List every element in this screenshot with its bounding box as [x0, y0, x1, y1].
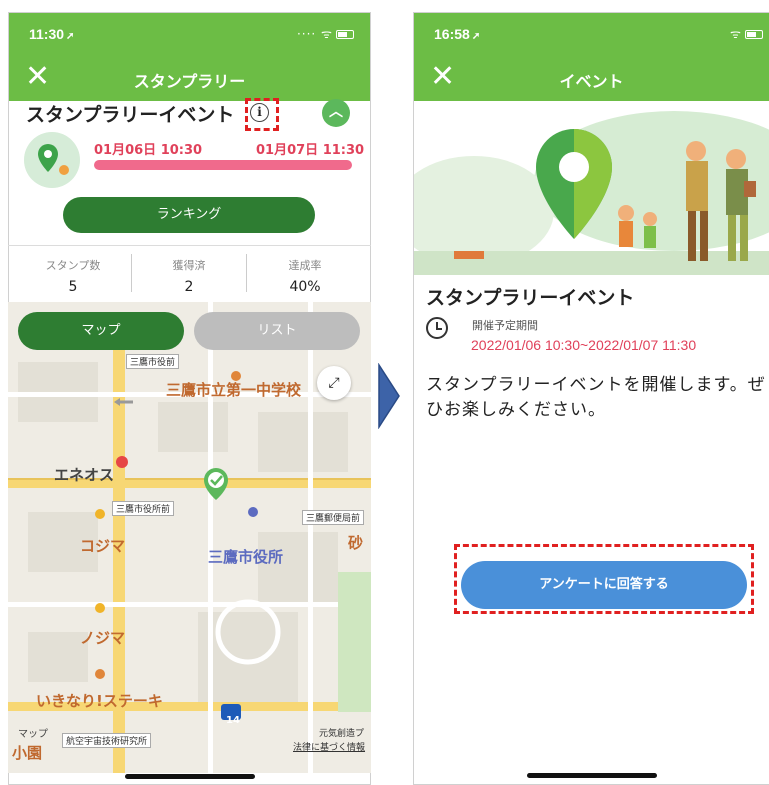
survey-button[interactable]: アンケートに回答する: [461, 561, 747, 609]
left-content: スタンプラリーイベント i ︿ 01月06日 10:30 01月07日 11:3…: [8, 0, 371, 785]
collapse-button[interactable]: ︿: [322, 99, 350, 127]
tab-list[interactable]: リスト: [194, 312, 360, 350]
end-date: 01月07日 11:30: [256, 143, 365, 158]
home-indicator: [124, 774, 255, 779]
next-arrow-icon: [378, 363, 400, 429]
map-label-small: 航空宇宙技術研究所: [62, 733, 152, 748]
stat-value: 40%: [289, 279, 321, 295]
map-label-eneos: エネオス: [54, 466, 115, 484]
legal-info-link[interactable]: 法律に基づく情報: [290, 740, 368, 753]
divider: [8, 245, 371, 246]
ranking-button[interactable]: ランキング: [63, 197, 315, 233]
map-label-kojima: コジマ: [80, 537, 126, 555]
start-date: 01月06日 10:30: [94, 143, 203, 158]
period-label: 開催予定期間: [472, 319, 538, 332]
event-thumbnail: [24, 132, 80, 188]
map-label-nojima: ノジマ: [80, 629, 126, 647]
map-label-school: 三鷹市立第一中学校: [166, 381, 302, 399]
event-detail-screen: 16:58 ➚ ᯤ ✕ イベント スタンプラリーイベント 開催予定期間 2022…: [413, 12, 769, 785]
map-label-small: 三鷹市役所前: [112, 501, 175, 516]
stat-label: 獲得済: [172, 259, 206, 272]
event-hero-illustration: [414, 101, 769, 275]
route-number: 14: [226, 715, 240, 726]
signal-wifi-battery-icon: ᯤ: [730, 25, 763, 42]
stat-achievement-rate: 達成率 40%: [250, 257, 360, 295]
map-label-small: 三鷹郵便局前: [302, 510, 365, 525]
separator: [131, 254, 132, 292]
apple-maps-logo: マップ: [18, 729, 48, 740]
info-highlight-box: [245, 98, 279, 131]
event-progress-bar: [94, 160, 352, 170]
map-label-steak: いきなり!ステーキ: [36, 692, 163, 710]
map-label-small: 元気創造プ: [319, 729, 365, 739]
home-indicator: [526, 773, 657, 778]
status-time: 16:58 ➚: [434, 26, 481, 42]
separator: [246, 254, 247, 292]
status-bar: 16:58 ➚ ᯤ: [414, 13, 769, 55]
stat-label: スタンプ数: [45, 259, 101, 272]
map-label-small: 三鷹市役前: [126, 354, 180, 369]
stat-label: 達成率: [288, 259, 322, 272]
period-value: 2022/01/06 10:30~2022/01/07 11:30: [471, 337, 697, 353]
event-title: スタンプラリーイベント: [26, 104, 235, 126]
event-title: スタンプラリーイベント: [426, 287, 635, 309]
stat-value: 5: [68, 279, 78, 295]
event-description: スタンプラリーイベントを開催します。ぜひお楽しみください。: [426, 375, 766, 420]
map-label-cityhall: 三鷹市役所: [208, 548, 284, 566]
stat-value: 2: [184, 279, 194, 295]
stat-stamp-count: スタンプ数 5: [18, 257, 128, 295]
nav-title: イベント: [559, 72, 624, 91]
map-label-sago: 砂: [348, 534, 364, 552]
nav-bar: ✕ イベント: [414, 55, 769, 101]
tab-map[interactable]: マップ: [18, 312, 184, 350]
map-label-shopo: 小園: [12, 744, 43, 762]
expand-map-icon[interactable]: ⤢: [317, 366, 351, 400]
clock-icon: [426, 317, 448, 339]
stat-acquired: 獲得済 2: [134, 257, 244, 295]
